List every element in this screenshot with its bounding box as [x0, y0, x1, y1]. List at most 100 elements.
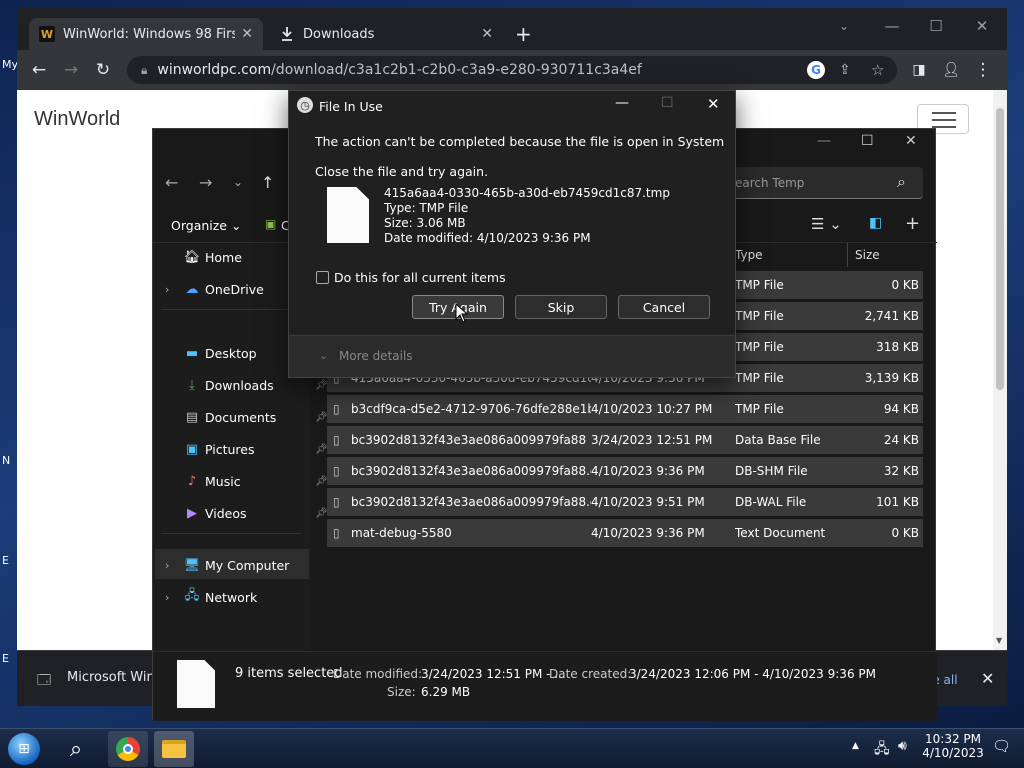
desktop-icon-label[interactable]: N: [2, 454, 10, 467]
up-icon[interactable]: ↑: [261, 173, 274, 192]
tab-downloads[interactable]: Downloads ✕: [269, 18, 503, 50]
site-title[interactable]: WinWorld: [34, 108, 120, 131]
infobar-text: Microsoft Wind: [67, 670, 163, 685]
close-infobar-icon[interactable]: ✕: [981, 669, 994, 688]
cancel-button[interactable]: Cancel: [618, 295, 710, 319]
file-size-cell: 101 KB: [876, 495, 919, 509]
side-panel-icon[interactable]: ◨: [907, 58, 931, 82]
forward-icon[interactable]: →: [59, 58, 83, 82]
column-header-type[interactable]: Type: [735, 243, 763, 267]
url-host: winworldpc.com: [157, 62, 272, 78]
more-details-link[interactable]: More details: [339, 349, 413, 363]
preview-pane-icon[interactable]: ◧: [869, 215, 882, 231]
nav-item-network[interactable]: 🖧︎ Network: [183, 585, 257, 609]
open-icon[interactable]: ▣: [265, 217, 276, 231]
file-row[interactable]: ▯ mat-debug-5580 4/10/2023 9:36 PM Text Doc…: [327, 519, 923, 547]
nav-item-downloads[interactable]: ⤓ Downloads 📌︎: [183, 373, 328, 397]
file-icon: ▯: [333, 464, 340, 478]
chevron-down-icon[interactable]: ⌄: [319, 349, 328, 362]
close-tab-icon[interactable]: ✕: [241, 26, 253, 42]
close-dialog-button[interactable]: ✕: [707, 95, 720, 113]
tab-search-icon[interactable]: ⌄: [829, 14, 859, 38]
nav-item-music[interactable]: ♪ Music 📌︎: [183, 469, 328, 493]
pin-icon[interactable]: 📌︎: [315, 508, 328, 519]
nav-item-onedrive[interactable]: ☁ OneDrive: [183, 277, 264, 301]
apply-all-checkbox[interactable]: [316, 271, 329, 284]
nav-item-videos[interactable]: ▶ Videos 📌︎: [183, 501, 328, 525]
pin-icon[interactable]: 📌︎: [315, 412, 328, 423]
expand-chevron-icon[interactable]: ›: [165, 591, 169, 604]
file-row[interactable]: ▯ bc3902d8132f43e3ae086a009979fa88 3/24/20…: [327, 426, 923, 454]
organize-button[interactable]: Organize ⌄: [171, 218, 241, 233]
chrome-taskbar-icon[interactable]: [108, 731, 148, 767]
desktop-icon-label[interactable]: My: [2, 58, 18, 71]
share-icon[interactable]: ⇪: [839, 62, 851, 78]
pin-icon[interactable]: 📌︎: [315, 444, 328, 455]
date-created-value: 3/24/2023 12:06 PM - 4/10/2023 9:36 PM: [629, 667, 876, 681]
back-icon[interactable]: ←: [27, 58, 51, 82]
search-icon[interactable]: ⌕: [56, 731, 96, 767]
network-status-icon[interactable]: 🖧︎: [874, 738, 890, 762]
nav-item-home[interactable]: 🏠︎ Home: [183, 245, 242, 269]
forward-icon[interactable]: →: [199, 173, 212, 192]
show-hidden-icons-icon[interactable]: ▲: [852, 741, 859, 751]
scroll-thumb[interactable]: [996, 108, 1004, 390]
new-tab-button[interactable]: +: [515, 22, 532, 46]
notifications-icon[interactable]: 🗨︎: [992, 737, 1011, 755]
nav-item-documents[interactable]: ▤ Documents 📌︎: [183, 405, 328, 429]
minimize-button[interactable]: —: [877, 14, 907, 38]
maximize-button[interactable]: ☐: [861, 133, 874, 149]
pin-icon[interactable]: 📌︎: [315, 380, 328, 391]
nav-label: My Computer: [205, 557, 290, 573]
windows-logo-icon: ⊞: [8, 733, 40, 765]
page-scrollbar[interactable]: ▼: [993, 90, 1007, 650]
desktop-icon-label[interactable]: E: [2, 554, 9, 567]
reload-icon[interactable]: ↻: [91, 58, 115, 82]
file-row[interactable]: ▯ bc3902d8132f43e3ae086a009979fa88.db-s..…: [327, 457, 923, 485]
expand-chevron-icon[interactable]: ›: [165, 559, 169, 572]
nav-item-pictures[interactable]: ▣ Pictures 📌︎: [183, 437, 328, 461]
dialog-message: The action can't be completed because th…: [315, 134, 725, 149]
close-window-button[interactable]: ✕: [967, 14, 997, 38]
cloud-icon: ☁: [185, 281, 199, 297]
expand-chevron-icon[interactable]: ›: [165, 283, 169, 296]
close-window-button[interactable]: ✕: [905, 133, 917, 149]
volume-icon[interactable]: 🔊︎: [898, 738, 907, 754]
pin-icon[interactable]: 📌︎: [315, 476, 328, 487]
scroll-down-icon[interactable]: ▼: [996, 636, 1002, 645]
close-tab-icon[interactable]: ✕: [481, 26, 493, 42]
menu-icon[interactable]: ⋮: [971, 58, 995, 82]
recent-locations-icon[interactable]: ⌄: [233, 175, 243, 189]
desktop-icon-label[interactable]: E: [2, 652, 9, 665]
start-button[interactable]: ⊞: [4, 731, 44, 767]
skip-button[interactable]: Skip: [515, 295, 607, 319]
nav-item-desktop[interactable]: ▬ Desktop: [183, 341, 257, 365]
view-icon[interactable]: ☰ ⌄: [811, 215, 842, 233]
back-icon[interactable]: ←: [165, 173, 178, 192]
lock-icon[interactable]: 🔒︎: [141, 63, 147, 78]
file-explorer-taskbar-icon[interactable]: [154, 731, 194, 767]
new-item-icon[interactable]: +: [905, 213, 920, 234]
minimize-button[interactable]: —: [615, 95, 629, 111]
checkbox-label[interactable]: Do this for all current items: [334, 270, 506, 285]
file-row[interactable]: ▯ b3cdf9ca-d5e2-4712-9706-76dfe288e1b5...…: [327, 395, 923, 423]
column-divider[interactable]: [847, 243, 848, 267]
nav-item-my-computer[interactable]: 🖥︎ My Computer: [183, 553, 290, 577]
tab-winworld[interactable]: W WinWorld: Windows 98 First Edi ✕: [29, 18, 263, 50]
file-row[interactable]: ▯ bc3902d8132f43e3ae086a009979fa88.db-...…: [327, 488, 923, 516]
maximize-button[interactable]: ☐: [921, 14, 951, 38]
minimize-button[interactable]: —: [817, 133, 831, 149]
search-input[interactable]: earch Temp ⌕: [713, 167, 923, 199]
profile-icon[interactable]: 👤︎: [939, 58, 963, 82]
google-icon[interactable]: G: [807, 61, 825, 79]
clock-date: 4/10/2023: [922, 746, 984, 760]
column-header-size[interactable]: Size: [855, 243, 880, 267]
windows-flag-icon: 🗔︎: [37, 673, 52, 688]
clock[interactable]: 10:32 PM 4/10/2023: [920, 732, 986, 760]
search-icon[interactable]: ⌕: [897, 172, 906, 192]
nav-divider: [161, 533, 301, 534]
bookmark-star-icon[interactable]: ☆: [871, 61, 884, 79]
taskbar: ⊞ ⌕ ▲ 🖧︎ 🔊︎ 10:32 PM 4/10/2023 🗨︎: [0, 728, 1024, 768]
address-bar[interactable]: 🔒︎ winworldpc.com/download/c3a1c2b1-c2b0…: [127, 56, 897, 84]
nav-label: Downloads: [205, 377, 274, 393]
